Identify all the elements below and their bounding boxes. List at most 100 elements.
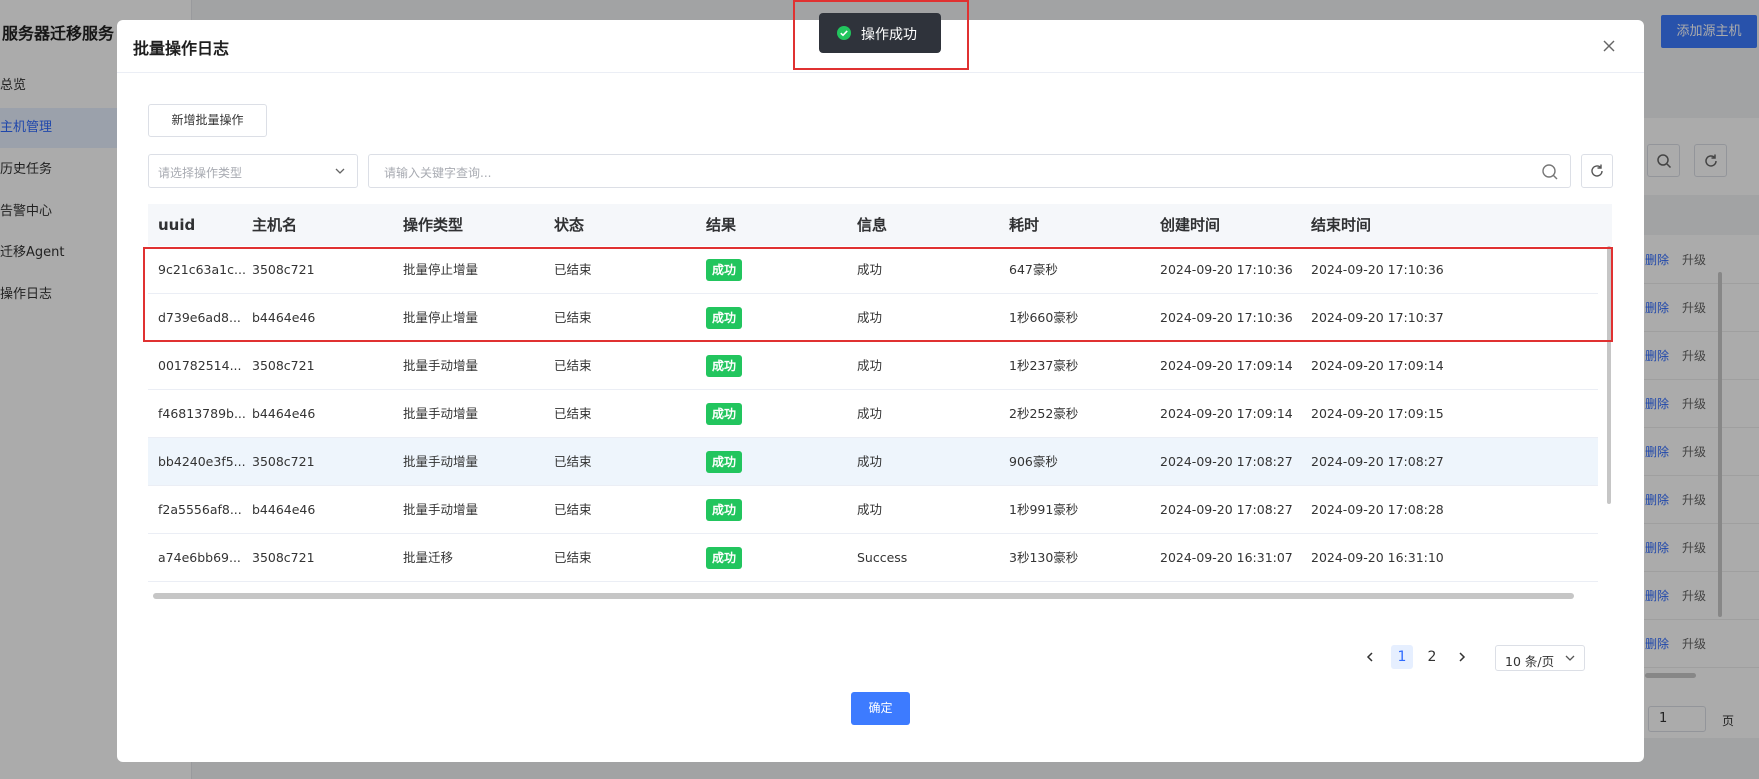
cell-end-time: 2024-09-20 16:31:10 [1311,550,1444,565]
cell-duration: 2秒252豪秒 [1009,406,1079,421]
cell-duration: 1秒660豪秒 [1009,310,1079,325]
prev-page-button[interactable] [1360,647,1380,667]
confirm-button[interactable]: 确定 [851,692,910,725]
table-row[interactable]: d739e6ad8... b4464e46 批量停止增量 已结束 成功 成功 1秒660豪秒… [148,294,1598,342]
search-icon[interactable] [1540,162,1560,182]
chevron-right-icon [1459,652,1466,662]
cell-duration: 906豪秒 [1009,454,1058,469]
cell-operation-type: 批量手动增量 [403,358,479,373]
cell-duration: 3秒130豪秒 [1009,550,1079,565]
page-size-select[interactable]: 10 条/页 [1495,645,1585,671]
cell-hostname: 3508c721 [252,550,315,565]
result-success-tag: 成功 [706,547,743,569]
table-row[interactable]: bb4240e3f5... 3508c721 批量手动增量 已结束 成功 成功 906豪秒 2… [148,438,1598,486]
column-header-duration: 耗时 [1009,216,1040,234]
new-batch-operation-button[interactable]: 新增批量操作 [148,104,267,137]
cell-hostname: 3508c721 [252,262,315,277]
refresh-icon [1591,164,1603,177]
cell-info: 成功 [857,358,883,373]
chevron-left-icon [1366,652,1373,662]
column-header-uuid: uuid [158,216,196,234]
next-page-button[interactable] [1452,647,1472,667]
close-button[interactable] [1596,33,1622,59]
keyword-search-input[interactable]: 请输入关键字查询... [368,154,1571,188]
cell-info: 成功 [857,502,883,517]
batch-log-dialog: 批量操作日志 新增批量操作 请选择操作类型 请输入关键字查询... uuid 主… [117,20,1644,762]
chevron-down-icon [1565,655,1575,661]
cell-end-time: 2024-09-20 17:10:36 [1311,262,1444,277]
page-2-button[interactable]: 2 [1421,645,1443,669]
table-row[interactable]: f46813789b... b4464e46 批量手动增量 已结束 成功 成功 2秒252豪… [148,390,1598,438]
cell-uuid: f46813789b... [158,406,246,421]
table-row[interactable]: f2a5556af8... b4464e46 批量手动增量 已结束 成功 成功 1秒991豪… [148,486,1598,534]
table-vertical-scrollbar[interactable] [1607,246,1611,504]
cell-operation-type: 批量手动增量 [403,406,479,421]
cell-operation-type: 批量手动增量 [403,502,479,517]
cell-end-time: 2024-09-20 17:08:27 [1311,454,1444,469]
cell-duration: 647豪秒 [1009,262,1058,277]
result-success-tag: 成功 [706,403,743,425]
chevron-down-icon [335,168,345,174]
cell-info: 成功 [857,406,883,421]
cell-end-time: 2024-09-20 17:10:37 [1311,310,1444,325]
cell-hostname: b4464e46 [252,406,316,421]
column-header-info: 信息 [857,216,888,234]
result-success-tag: 成功 [706,499,743,521]
cell-created-time: 2024-09-20 17:09:14 [1160,358,1293,373]
cell-info: 成功 [857,454,883,469]
column-header-status: 状态 [554,216,585,234]
select-placeholder: 请选择操作类型 [158,166,243,180]
operation-type-select[interactable]: 请选择操作类型 [148,154,358,188]
cell-uuid: 001782514... [158,358,242,373]
result-success-tag: 成功 [706,307,743,329]
cell-status: 已结束 [554,262,592,277]
column-header-end-time: 结束时间 [1311,216,1372,234]
cell-hostname: 3508c721 [252,358,315,373]
table-row[interactable]: 9c21c63a1c... 3508c721 批量停止增量 已结束 成功 成功 647豪秒 2… [148,246,1598,294]
cell-info: 成功 [857,310,883,325]
cell-end-time: 2024-09-20 17:08:28 [1311,502,1444,517]
cell-uuid: f2a5556af8... [158,502,242,517]
cell-status: 已结束 [554,550,592,565]
cell-created-time: 2024-09-20 17:09:14 [1160,406,1293,421]
cell-operation-type: 批量停止增量 [403,310,479,325]
column-header-created-time: 创建时间 [1160,216,1221,234]
cell-created-time: 2024-09-20 17:08:27 [1160,502,1293,517]
cell-status: 已结束 [554,502,592,517]
toast-message: 操作成功 [861,27,917,43]
cell-end-time: 2024-09-20 17:09:15 [1311,406,1444,421]
cell-created-time: 2024-09-20 17:08:27 [1160,454,1293,469]
success-toast: 操作成功 [819,13,941,53]
cell-created-time: 2024-09-20 16:31:07 [1160,550,1293,565]
cell-duration: 1秒991豪秒 [1009,502,1079,517]
cell-uuid: d739e6ad8... [158,310,241,325]
cell-status: 已结束 [554,406,592,421]
dialog-title: 批量操作日志 [133,39,230,58]
cell-hostname: b4464e46 [252,310,316,325]
cell-status: 已结束 [554,454,592,469]
cell-uuid: a74e6bb69... [158,550,241,565]
check-circle-icon [837,26,851,40]
cell-hostname: b4464e46 [252,502,316,517]
table-horizontal-scrollbar[interactable] [153,593,1574,599]
result-success-tag: 成功 [706,355,743,377]
page-size-label: 10 条/页 [1505,654,1555,669]
cell-operation-type: 批量迁移 [403,550,454,565]
result-success-tag: 成功 [706,259,743,281]
table-row[interactable]: 001782514... 3508c721 批量手动增量 已结束 成功 成功 1秒237豪秒… [148,342,1598,390]
cell-duration: 1秒237豪秒 [1009,358,1079,373]
cell-uuid: bb4240e3f5... [158,454,246,469]
cell-info: 成功 [857,262,883,277]
cell-info: Success [857,550,908,565]
cell-end-time: 2024-09-20 17:09:14 [1311,358,1444,373]
search-placeholder: 请输入关键字查询... [384,166,492,180]
table-row[interactable]: a74e6bb69... 3508c721 批量迁移 已结束 成功 Success 3秒13… [148,534,1598,582]
cell-created-time: 2024-09-20 17:10:36 [1160,310,1293,325]
page-1-button[interactable]: 1 [1391,645,1413,669]
cell-operation-type: 批量手动增量 [403,454,479,469]
column-header-operation-type: 操作类型 [403,216,464,234]
cell-status: 已结束 [554,310,592,325]
refresh-button[interactable] [1581,154,1613,188]
column-header-result: 结果 [706,216,737,234]
table-header: uuid 主机名 操作类型 状态 结果 信息 耗时 创建时间 结束时间 [148,204,1612,246]
